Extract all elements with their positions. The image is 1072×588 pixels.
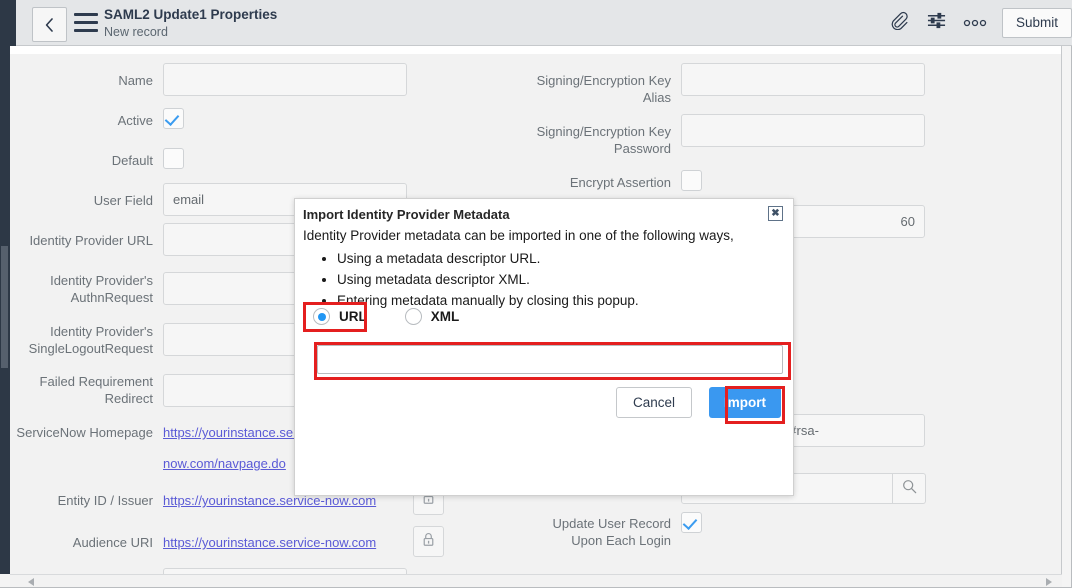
dialog-title: Import Identity Provider Metadata (303, 207, 510, 222)
label-signing-key-alias-line2: Alias (408, 89, 671, 106)
label-authn-request-line2: AuthnRequest (10, 289, 153, 306)
scroll-left-arrow-icon[interactable] (28, 578, 34, 586)
label-authn-request-line1: Identity Provider's (10, 272, 153, 289)
signing-key-password-input[interactable] (681, 114, 925, 147)
servicenow-homepage-link-line1[interactable]: https://yourinstance.ser (163, 424, 297, 441)
label-single-logout-request-line1: Identity Provider's (10, 323, 153, 340)
horizontal-scrollbar[interactable] (10, 574, 1062, 588)
label-failed-requirement-redirect-line2: Redirect (10, 390, 153, 407)
personalize-form-button[interactable] (918, 0, 956, 45)
dialog-actions: Cancel Import (616, 387, 781, 418)
metadata-url-input[interactable] (317, 345, 783, 374)
label-user-field: User Field (10, 192, 153, 209)
hamburger-menu-icon[interactable] (74, 13, 98, 32)
header-actions: Submit (880, 0, 1072, 45)
cancel-button[interactable]: Cancel (616, 387, 692, 418)
more-options-button[interactable] (956, 0, 994, 45)
dialog-bullet-list: Using a metadata descriptor URL. Using m… (303, 248, 783, 311)
radio-url-indicator (313, 308, 330, 325)
record-status-label: New record (104, 24, 277, 40)
servicenow-homepage-link-line2[interactable]: now.com/navpage.do (163, 455, 286, 472)
radio-url-label: URL (339, 309, 367, 324)
paperclip-icon (889, 11, 908, 35)
more-options-icon (963, 14, 987, 32)
dialog-body: Identity Provider metadata can be import… (303, 226, 783, 311)
update-user-record-checkbox[interactable] (681, 512, 702, 533)
reference-lookup-button[interactable] (893, 473, 926, 504)
chevron-left-icon (45, 18, 54, 32)
back-button[interactable] (32, 7, 67, 42)
search-icon (902, 479, 917, 499)
active-checkbox[interactable] (163, 108, 184, 129)
list-item: Using a metadata descriptor URL. (337, 248, 783, 269)
radio-option-url[interactable]: URL (305, 303, 375, 330)
sliders-icon (926, 11, 947, 35)
label-identity-provider-url: Identity Provider URL (10, 232, 153, 249)
import-button[interactable]: Import (709, 387, 781, 418)
label-encrypt-assertion: Encrypt Assertion (408, 174, 671, 191)
header-inner: SAML2 Update1 Properties New record (16, 0, 1072, 45)
header-rail-accent (0, 0, 16, 46)
vertical-scrollbar-thumb[interactable] (1, 246, 8, 368)
list-item: Using metadata descriptor XML. (337, 269, 783, 290)
label-active: Active (10, 112, 153, 129)
dialog-intro-text: Identity Provider metadata can be import… (303, 226, 783, 246)
label-audience-uri: Audience URI (10, 534, 153, 551)
left-navigation-rail (0, 46, 10, 574)
page-title: SAML2 Update1 Properties (104, 7, 277, 23)
form-top-gutter (10, 46, 1061, 54)
label-name: Name (10, 72, 153, 89)
form-header-toolbar: SAML2 Update1 Properties New record (0, 0, 1072, 46)
close-icon[interactable]: ✖ (768, 206, 783, 221)
label-single-logout-request-line2: SingleLogoutRequest (10, 340, 153, 357)
default-checkbox[interactable] (163, 148, 184, 169)
attachment-button[interactable] (880, 0, 918, 45)
label-default: Default (10, 152, 153, 169)
label-update-user-record-line2: Upon Each Login (408, 532, 671, 549)
signing-key-alias-input[interactable] (681, 63, 925, 96)
name-input[interactable] (163, 63, 407, 96)
saml2-properties-page: SAML2 Update1 Properties New record (0, 0, 1072, 588)
label-signing-key-password-line1: Signing/Encryption Key (408, 123, 671, 140)
radio-xml-label: XML (431, 309, 460, 324)
import-source-radio-group: URL XML (305, 303, 467, 330)
encrypt-assertion-checkbox[interactable] (681, 170, 702, 191)
scroll-right-arrow-icon[interactable] (1046, 578, 1052, 586)
label-signing-key-alias-line1: Signing/Encryption Key (408, 72, 671, 89)
radio-option-xml[interactable]: XML (397, 303, 468, 330)
radio-xml-indicator (405, 308, 422, 325)
label-failed-requirement-redirect-line1: Failed Requirement (10, 373, 153, 390)
page-title-block: SAML2 Update1 Properties New record (104, 7, 277, 40)
import-idp-metadata-dialog: Import Identity Provider Metadata ✖ Iden… (294, 198, 794, 496)
label-servicenow-homepage: ServiceNow Homepage (10, 424, 153, 441)
label-entity-id-issuer: Entity ID / Issuer (10, 492, 153, 509)
label-signing-key-password-line2: Password (408, 140, 671, 157)
audience-uri-link[interactable]: https://yourinstance.service-now.com (163, 534, 376, 551)
submit-button[interactable]: Submit (1002, 8, 1072, 38)
label-update-user-record-line1: Update User Record (408, 515, 671, 532)
